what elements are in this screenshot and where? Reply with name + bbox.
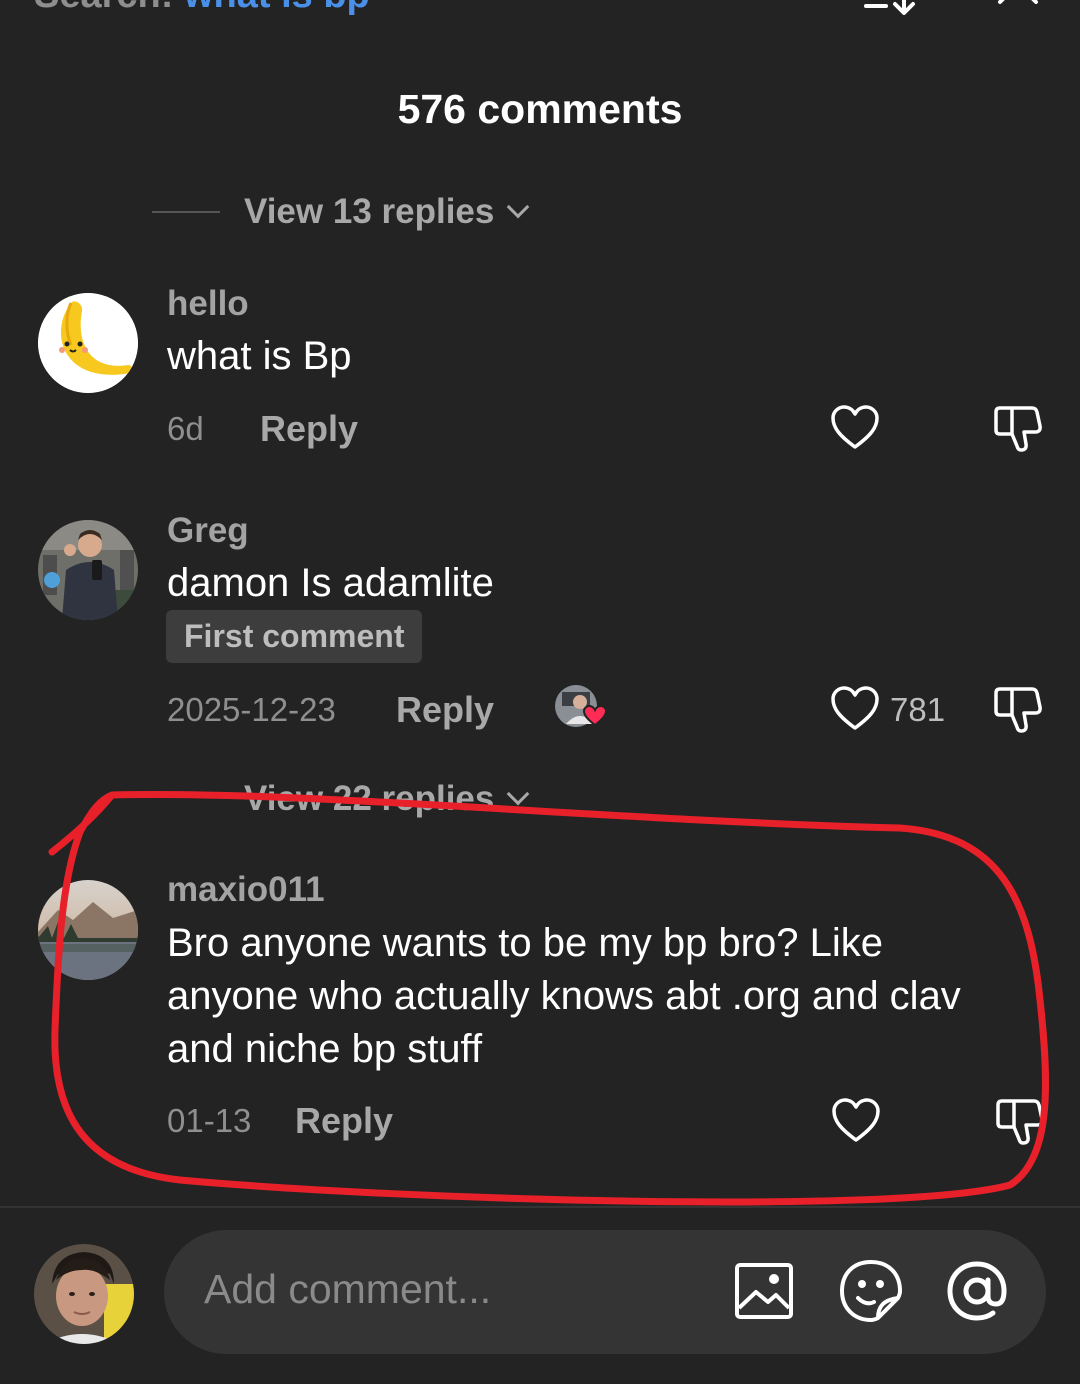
view-replies-label: View 13 replies: [244, 192, 495, 231]
comment-date: 01-13: [167, 1102, 252, 1139]
avatar[interactable]: [38, 880, 138, 980]
comment-text-line: and niche bp stuff: [167, 1027, 483, 1071]
composer-divider: [0, 1206, 1080, 1208]
creator-avatar-heart-icon: [555, 685, 608, 727]
comment-username[interactable]: hello: [167, 284, 249, 324]
comment-text-line: Bro anyone wants to be my bp bro? Like: [167, 921, 883, 965]
dislike-icon[interactable]: [994, 1097, 1046, 1147]
banana-avatar-icon: [38, 293, 138, 393]
mountain-lake-avatar: [38, 880, 138, 980]
emoji-icon[interactable]: [838, 1258, 904, 1324]
current-user-avatar[interactable]: [34, 1244, 134, 1344]
chevron-down-icon: [507, 195, 530, 219]
view-replies-button[interactable]: View 22 replies: [244, 779, 530, 819]
comment-text: damon Is adamlite: [167, 561, 494, 605]
replies-divider: [152, 211, 220, 213]
avatar[interactable]: [38, 520, 138, 620]
reply-button[interactable]: Reply: [260, 408, 358, 450]
reply-button[interactable]: Reply: [295, 1100, 393, 1142]
comment-text: what is Bp: [167, 334, 352, 378]
add-comment-placeholder: Add comment...: [204, 1266, 492, 1312]
reply-button[interactable]: Reply: [396, 689, 494, 731]
comments-count-title: 576 comments: [397, 86, 683, 132]
view-replies-button[interactable]: View 13 replies: [244, 192, 530, 232]
dislike-icon[interactable]: [992, 404, 1044, 454]
like-count: 781: [890, 691, 946, 728]
heart-icon[interactable]: [831, 1097, 881, 1145]
comment-date: 2025-12-23: [167, 691, 336, 728]
sort-icon[interactable]: [862, 0, 918, 24]
comment-username[interactable]: Greg: [167, 511, 249, 551]
comment-text: Bro anyone wants to be my bp bro? Like a…: [167, 917, 1037, 1076]
search-header[interactable]: Search: what is bp: [34, 0, 417, 17]
first-comment-badge: First comment: [166, 610, 423, 663]
mention-icon[interactable]: [944, 1258, 1010, 1324]
image-icon[interactable]: [734, 1262, 794, 1320]
comment-text-line: anyone who actually knows abt .org and c…: [167, 974, 961, 1018]
creator-liked-indicator: [554, 684, 610, 730]
heart-icon[interactable]: [830, 404, 880, 452]
selfie-avatar: [34, 1244, 134, 1344]
heart-icon[interactable]: [830, 685, 880, 733]
search-query[interactable]: what is bp: [184, 0, 370, 16]
comment-username[interactable]: maxio011: [167, 870, 325, 910]
chevron-down-icon: [507, 782, 530, 806]
avatar[interactable]: [38, 293, 138, 393]
dislike-icon[interactable]: [992, 685, 1044, 735]
close-icon[interactable]: [996, 0, 1040, 20]
search-prefix: Search:: [34, 0, 173, 16]
view-replies-label: View 22 replies: [244, 779, 495, 818]
gym-photo-avatar: [38, 520, 138, 620]
comment-date: 6d: [167, 410, 204, 447]
